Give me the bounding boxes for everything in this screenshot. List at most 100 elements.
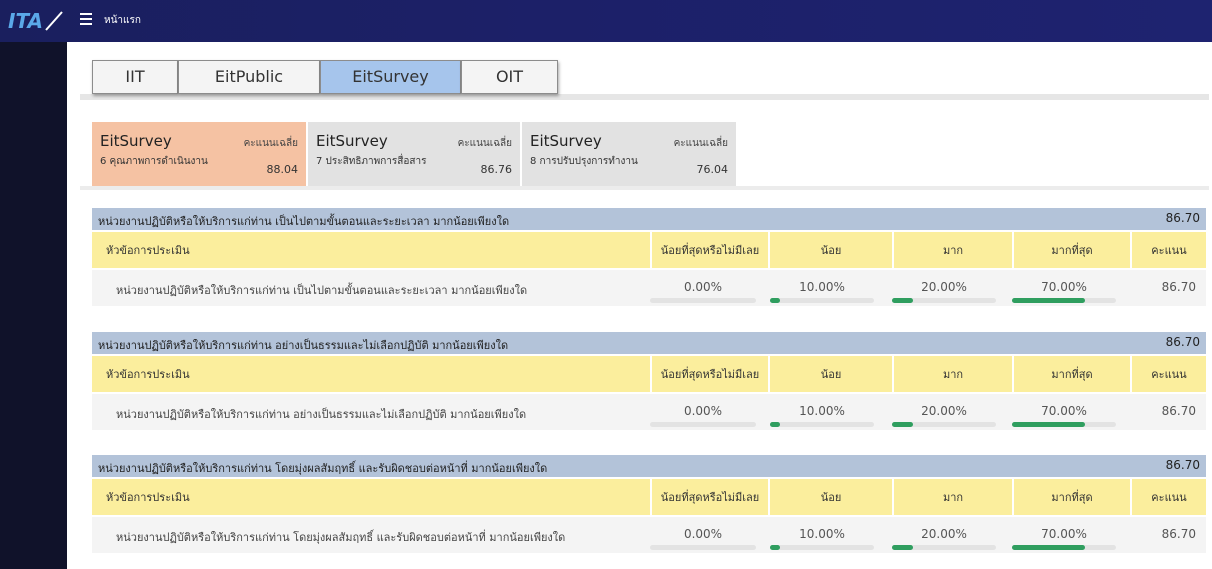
cell-much: 20.00% — [892, 517, 996, 553]
row-score: 86.70 — [1161, 527, 1196, 541]
progress-bar — [1012, 298, 1116, 303]
col-much: มาก — [892, 232, 1012, 268]
pct-least: 0.00% — [683, 527, 723, 541]
pct-least: 0.00% — [683, 404, 723, 418]
pct-most: 70.00% — [1041, 280, 1087, 294]
row-score: 86.70 — [1161, 404, 1196, 418]
score-card-8[interactable]: EitSurvey 8 การปรับปรุงการทำงาน คะแนนเฉล… — [522, 122, 736, 186]
cell-most: 70.00% — [1012, 394, 1116, 430]
table-row: หน่วยงานปฏิบัติหรือให้บริการแก่ท่าน เป็น… — [92, 268, 1206, 306]
section-title: หน่วยงานปฏิบัติหรือให้บริการแก่ท่าน เป็น… — [98, 215, 510, 228]
tab-eitsurvey[interactable]: EitSurvey — [320, 60, 461, 94]
card-score: 88.04 — [266, 163, 299, 176]
section-score: 86.70 — [1165, 335, 1200, 349]
col-most: มากที่สุด — [1012, 232, 1130, 268]
cell-much: 20.00% — [892, 270, 996, 306]
score-card-7[interactable]: EitSurvey 7 ประสิทธิภาพการสื่อสาร คะแนนเ… — [308, 122, 520, 186]
col-score: คะแนน — [1130, 479, 1206, 515]
main-content: IIT EitPublic EitSurvey OIT EitSurvey 6 … — [67, 42, 1212, 569]
table-row: หน่วยงานปฏิบัติหรือให้บริการแก่ท่าน โดยม… — [92, 515, 1206, 553]
pct-least: 0.00% — [683, 280, 723, 294]
progress-bar — [1012, 545, 1116, 550]
col-least: น้อยที่สุดหรือไม่มีเลย — [650, 232, 768, 268]
col-much: มาก — [892, 479, 1012, 515]
progress-bar — [650, 422, 756, 427]
progress-bar — [892, 298, 996, 303]
left-sidebar — [0, 42, 67, 569]
row-score: 86.70 — [1161, 280, 1196, 294]
col-score: คะแนน — [1130, 232, 1206, 268]
cell-least: 0.00% — [650, 270, 756, 306]
score-cards: EitSurvey 6 คุณภาพการดำเนินงาน คะแนนเฉลี… — [80, 108, 1209, 190]
col-topic: หัวข้อการประเมิน — [106, 367, 190, 381]
cell-much: 20.00% — [892, 394, 996, 430]
row-label: หน่วยงานปฏิบัติหรือให้บริการแก่ท่าน โดยม… — [116, 531, 566, 544]
cell-least: 0.00% — [650, 517, 756, 553]
section-score: 86.70 — [1165, 458, 1200, 472]
section-title: หน่วยงานปฏิบัติหรือให้บริการแก่ท่าน โดยม… — [98, 462, 548, 475]
col-topic: หัวข้อการประเมิน — [106, 490, 190, 504]
pct-little: 10.00% — [799, 404, 845, 418]
col-least: น้อยที่สุดหรือไม่มีเลย — [650, 479, 768, 515]
pct-little: 10.00% — [799, 280, 845, 294]
progress-bar — [650, 298, 756, 303]
progress-bar — [770, 298, 874, 303]
assessment-section: หน่วยงานปฏิบัติหรือให้บริการแก่ท่าน อย่า… — [92, 332, 1206, 430]
cell-most: 70.00% — [1012, 270, 1116, 306]
progress-bar — [1012, 422, 1116, 427]
pct-most: 70.00% — [1041, 404, 1087, 418]
top-bar: ITA หน้าแรก — [0, 0, 1212, 42]
progress-fill — [1012, 298, 1085, 303]
col-topic: หัวข้อการประเมิน — [106, 243, 190, 257]
col-most: มากที่สุด — [1012, 479, 1130, 515]
progress-fill — [892, 422, 913, 427]
cell-most: 70.00% — [1012, 517, 1116, 553]
column-header-row: หัวข้อการประเมิน น้อยที่สุดหรือไม่มีเลย … — [92, 477, 1206, 515]
pct-much: 20.00% — [921, 527, 967, 541]
cell-little: 10.00% — [770, 270, 874, 306]
row-label: หน่วยงานปฏิบัติหรือให้บริการแก่ท่าน อย่า… — [116, 408, 527, 421]
section-title: หน่วยงานปฏิบัติหรือให้บริการแก่ท่าน อย่า… — [98, 339, 509, 352]
progress-fill — [1012, 545, 1085, 550]
tab-eitpublic[interactable]: EitPublic — [178, 60, 320, 94]
section-header: หน่วยงานปฏิบัติหรือให้บริการแก่ท่าน เป็น… — [92, 208, 1206, 230]
row-label: หน่วยงานปฏิบัติหรือให้บริการแก่ท่าน เป็น… — [116, 284, 528, 297]
logo-text: ITA — [8, 10, 43, 32]
pct-much: 20.00% — [921, 280, 967, 294]
table-row: หน่วยงานปฏิบัติหรือให้บริการแก่ท่าน อย่า… — [92, 392, 1206, 430]
progress-fill — [770, 298, 781, 303]
card-score: 86.76 — [480, 163, 513, 176]
cell-little: 10.00% — [770, 394, 874, 430]
section-header: หน่วยงานปฏิบัติหรือให้บริการแก่ท่าน โดยม… — [92, 455, 1206, 477]
col-little: น้อย — [768, 356, 892, 392]
progress-fill — [770, 545, 781, 550]
breadcrumb-home[interactable]: หน้าแรก — [104, 13, 141, 28]
card-score: 76.04 — [696, 163, 729, 176]
col-most: มากที่สุด — [1012, 356, 1130, 392]
card-score-label: คะแนนเฉลี่ย — [457, 138, 512, 149]
column-header-row: หัวข้อการประเมิน น้อยที่สุดหรือไม่มีเลย … — [92, 354, 1206, 392]
progress-fill — [892, 545, 913, 550]
cell-little: 10.00% — [770, 517, 874, 553]
cell-least: 0.00% — [650, 394, 756, 430]
pct-little: 10.00% — [799, 527, 845, 541]
progress-bar — [770, 545, 874, 550]
col-little: น้อย — [768, 232, 892, 268]
hamburger-menu-icon[interactable] — [80, 13, 92, 25]
progress-bar — [650, 545, 756, 550]
pct-much: 20.00% — [921, 404, 967, 418]
assessment-section: หน่วยงานปฏิบัติหรือให้บริการแก่ท่าน โดยม… — [92, 455, 1206, 553]
progress-bar — [770, 422, 874, 427]
col-least: น้อยที่สุดหรือไม่มีเลย — [650, 356, 768, 392]
score-card-6[interactable]: EitSurvey 6 คุณภาพการดำเนินงาน คะแนนเฉลี… — [92, 122, 306, 186]
tab-iit[interactable]: IIT — [92, 60, 178, 94]
ita-logo[interactable]: ITA — [8, 10, 64, 32]
card-score-label: คะแนนเฉลี่ย — [243, 138, 298, 149]
card-score-label: คะแนนเฉลี่ย — [673, 138, 728, 149]
col-score: คะแนน — [1130, 356, 1206, 392]
tab-oit[interactable]: OIT — [461, 60, 558, 94]
col-much: มาก — [892, 356, 1012, 392]
progress-fill — [1012, 422, 1085, 427]
section-header: หน่วยงานปฏิบัติหรือให้บริการแก่ท่าน อย่า… — [92, 332, 1206, 354]
col-little: น้อย — [768, 479, 892, 515]
